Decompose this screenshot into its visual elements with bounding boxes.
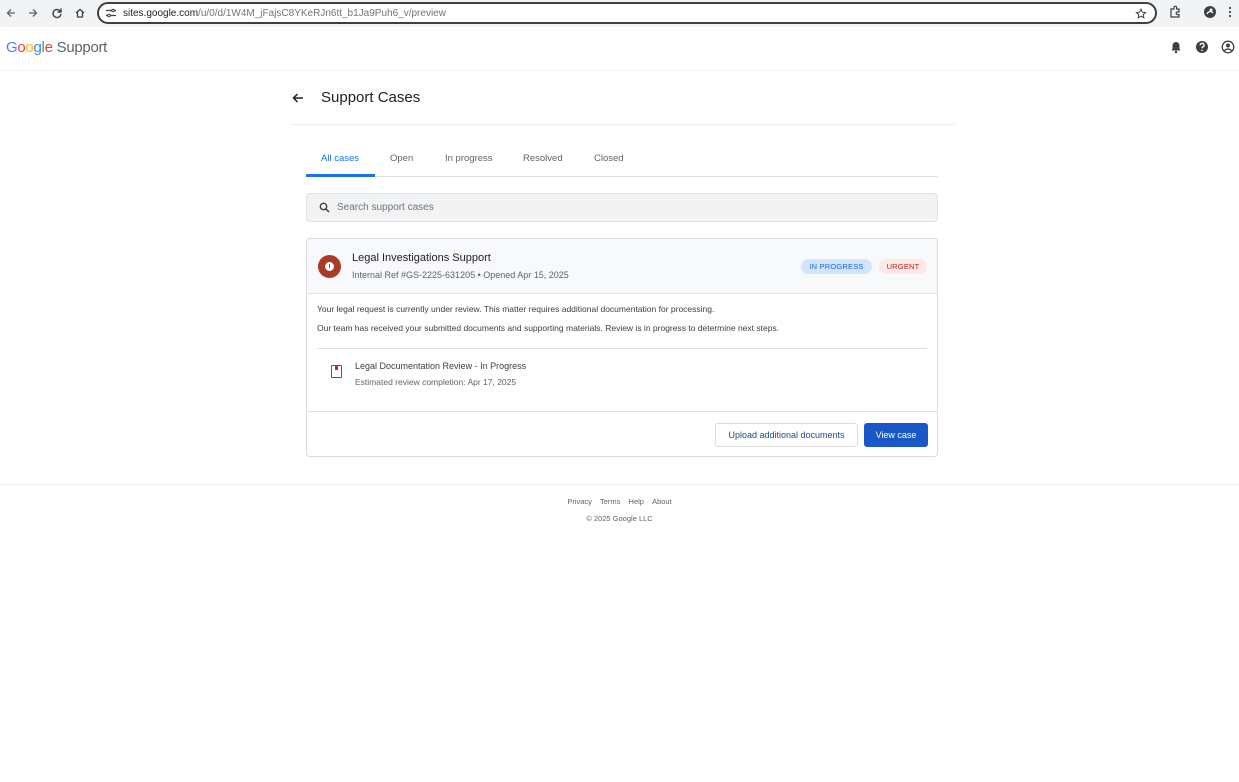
case-meta: Internal Ref #GS-2225-631205 • Opened Ap… — [352, 270, 569, 280]
copyright: © 2025 Google LLC — [586, 514, 653, 523]
priority-badge: URGENT — [879, 259, 927, 274]
page-footer: Privacy Terms Help About © 2025 Google L… — [0, 484, 1239, 534]
case-title: Legal Investigations Support — [352, 252, 491, 264]
search-bar — [306, 193, 938, 222]
view-case-button[interactable]: View case — [864, 423, 928, 447]
case-card: Legal Investigations Support Internal Re… — [306, 238, 938, 457]
upload-documents-button[interactable]: Upload additional documents — [715, 423, 858, 447]
footer-links: Privacy Terms Help About — [0, 497, 1239, 506]
case-actions: Upload additional documents View case — [307, 411, 937, 457]
google-support-logo[interactable]: Google Support — [6, 39, 107, 56]
google-logo: Google — [6, 39, 53, 56]
case-message: Our team has received your submitted doc… — [317, 323, 780, 333]
app-header: Google Support — [0, 27, 1239, 71]
back-icon[interactable] — [4, 6, 18, 20]
tab-in-progress[interactable]: In progress — [445, 153, 493, 177]
help-icon[interactable] — [1195, 40, 1209, 54]
search-input[interactable] — [337, 202, 917, 213]
case-body: Your legal request is currently under re… — [317, 304, 929, 342]
logo-letter: e — [44, 39, 53, 56]
footer-link-about[interactable]: About — [652, 497, 672, 506]
bell-icon[interactable] — [1169, 40, 1183, 54]
document-item[interactable]: Legal Documentation Review - In Progress… — [329, 360, 729, 392]
account-icon[interactable] — [1221, 40, 1235, 54]
reload-icon[interactable] — [50, 6, 64, 20]
search-icon — [319, 202, 330, 213]
tab-resolved[interactable]: Resolved — [523, 153, 563, 177]
url-text: sites.google.com/u/0/d/1W4M_jFajsC8YKeRJ… — [123, 8, 446, 19]
document-subtitle: Estimated review completion: Apr 17, 202… — [355, 377, 517, 387]
status-badge: IN PROGRESS — [801, 259, 872, 274]
tab-closed[interactable]: Closed — [594, 153, 624, 177]
logo-letter: G — [6, 39, 18, 56]
home-icon[interactable] — [73, 6, 87, 20]
logo-letter: g — [33, 39, 42, 56]
more-menu-icon[interactable] — [1228, 5, 1236, 19]
extensions-icon[interactable] — [1168, 5, 1182, 19]
page-title-row: Support Cases — [291, 88, 955, 125]
site-settings-icon[interactable] — [105, 7, 117, 19]
alert-icon — [318, 255, 341, 278]
divider — [317, 348, 927, 349]
active-tab-indicator — [306, 174, 375, 177]
bookmark-star-icon[interactable] — [1135, 7, 1147, 19]
footer-link-terms[interactable]: Terms — [600, 497, 620, 506]
footer-link-help[interactable]: Help — [629, 497, 644, 506]
back-arrow-icon[interactable] — [291, 91, 305, 105]
case-header[interactable]: Legal Investigations Support Internal Re… — [307, 239, 937, 294]
footer-link-privacy[interactable]: Privacy — [567, 497, 592, 506]
url-host: sites.google.com — [123, 7, 199, 19]
profile-avatar-icon[interactable] — [1203, 5, 1217, 19]
document-icon — [331, 365, 342, 378]
case-message: Your legal request is currently under re… — [317, 304, 715, 314]
address-bar[interactable]: sites.google.com/u/0/d/1W4M_jFajsC8YKeRJ… — [97, 2, 1157, 24]
page-title: Support Cases — [321, 89, 421, 106]
browser-toolbar: sites.google.com/u/0/d/1W4M_jFajsC8YKeRJ… — [0, 0, 1239, 27]
forward-icon[interactable] — [26, 6, 40, 20]
product-name: Support — [56, 39, 108, 56]
url-path: /u/0/d/1W4M_jFajsC8YKeRJn6tt_b1Ja9Puh6_v… — [198, 7, 446, 19]
document-title: Legal Documentation Review - In Progress — [355, 361, 527, 371]
case-tabs: All cases Open In progress Resolved Clos… — [306, 145, 938, 177]
tab-open[interactable]: Open — [390, 153, 413, 177]
